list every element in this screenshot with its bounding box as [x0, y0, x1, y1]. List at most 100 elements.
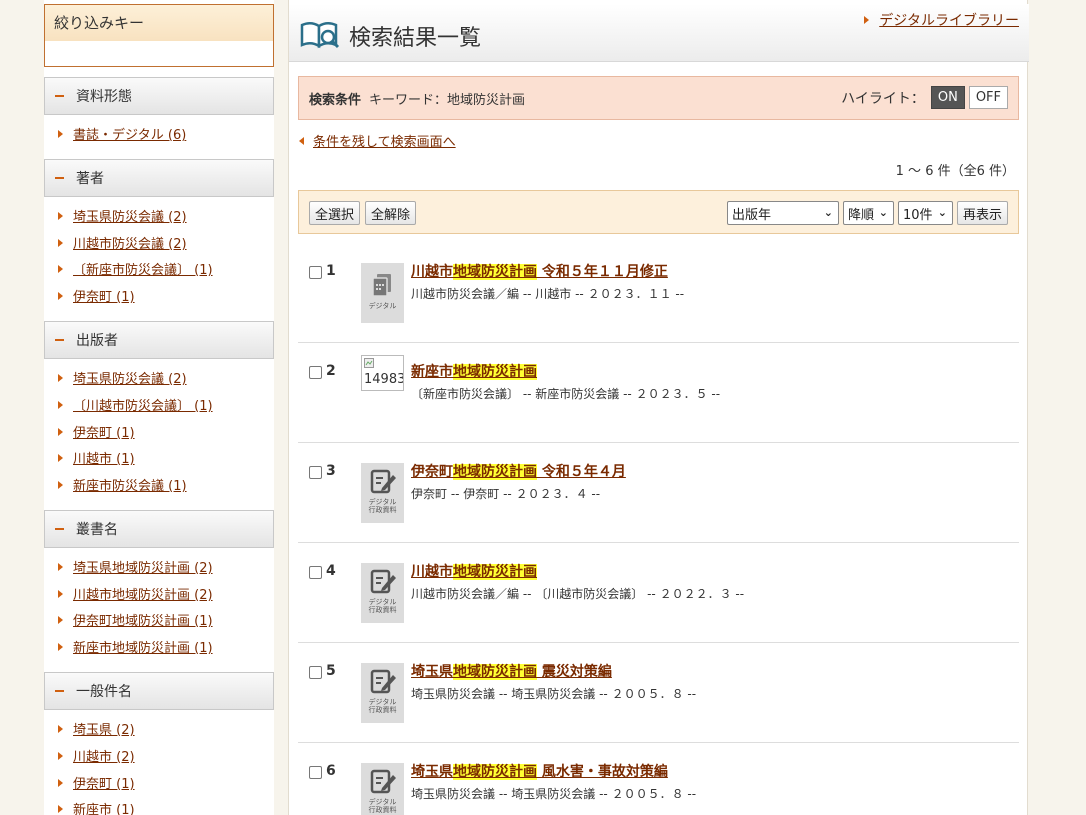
result-toolbar: 全選択 全解除 出版年 ⌄ 降順 ⌄ 10件 ⌄ 再表示 — [298, 190, 1019, 234]
facet-item[interactable]: 伊奈町 (1) — [58, 422, 135, 441]
highlight-on-button[interactable]: ON — [930, 86, 965, 109]
result-title-link[interactable]: 埼玉県地域防災計画 震災対策編 — [411, 661, 612, 681]
result-item: 3 デジタル 行政資料 伊奈町地域防災計画 令和５年４月 伊奈町 -- 伊奈町 -… — [298, 443, 1019, 543]
facet-item[interactable]: 〔川越市防災会議〕 (1) — [58, 395, 213, 414]
facet-item[interactable]: 川越市 (2) — [58, 746, 135, 765]
digital-thumbnail[interactable]: デジタル — [361, 263, 404, 323]
edit-document-icon — [370, 769, 396, 794]
facet-item[interactable]: 埼玉県防災会議 (2) — [58, 368, 187, 387]
broken-image-alt-text: 14983 — [364, 372, 404, 387]
result-title-link[interactable]: 川越市地域防災計画 令和５年１１月修正 — [411, 261, 668, 281]
arrow-right-icon — [58, 589, 63, 598]
facet-item[interactable]: 新座市地域防災計画 (1) — [58, 637, 213, 656]
result-checkbox[interactable] — [309, 566, 322, 579]
facet-item[interactable]: 埼玉県 (2) — [58, 719, 135, 738]
arrow-right-icon — [58, 778, 63, 787]
facet-author: 著者 埼玉県防災会議 (2) 川越市防災会議 (2) 〔新座市防災会議〕 (1)… — [44, 159, 274, 305]
facet-item[interactable]: 埼玉県地域防災計画 (2) — [58, 557, 213, 576]
result-item: 6 デジタル 行政資料 埼玉県地域防災計画 風水害・事故対策編 埼玉県防災会議 -… — [298, 743, 1019, 815]
clear-all-button[interactable]: 全解除 — [365, 201, 417, 225]
arrow-right-icon — [58, 453, 63, 462]
facet-publisher-header[interactable]: 出版者 — [44, 321, 274, 359]
broken-image-thumbnail[interactable]: 14983 — [361, 355, 404, 391]
result-description: 〔新座市防災会議〕 -- 新座市防災会議 -- ２０２３．５ -- — [411, 387, 721, 401]
facet-item[interactable]: 〔新座市防災会議〕 (1) — [58, 259, 213, 278]
result-item: 5 デジタル 行政資料 埼玉県地域防災計画 震災対策編 埼玉県防災会議 -- 埼玉… — [298, 643, 1019, 743]
chevron-down-icon: ⌄ — [823, 206, 833, 219]
gov-document-thumbnail[interactable]: デジタル 行政資料 — [361, 663, 404, 723]
result-title-link[interactable]: 伊奈町地域防災計画 令和５年４月 — [411, 461, 626, 481]
arrow-right-icon — [58, 804, 63, 813]
facet-item[interactable]: 新座市 (1) — [58, 799, 135, 815]
condition-text: キーワード：地域防災計画 — [369, 92, 526, 108]
arrow-right-icon — [58, 400, 63, 409]
arrow-right-icon — [58, 724, 63, 733]
thumb-label: デジタル 行政資料 — [368, 598, 397, 614]
arrow-right-icon — [58, 480, 63, 489]
result-checkbox[interactable] — [309, 366, 322, 379]
gov-document-thumbnail[interactable]: デジタル 行政資料 — [361, 763, 404, 815]
result-title-link[interactable]: 新座市地域防災計画 — [411, 361, 537, 381]
document-icon — [371, 274, 391, 297]
digital-library-link[interactable]: デジタルライブラリー — [864, 10, 1019, 30]
facet-item[interactable]: 埼玉県防災会議 (2) — [58, 206, 187, 225]
facet-subject: 一般件名 埼玉県 (2) 川越市 (2) 伊奈町 (1) 新座市 (1) — [44, 672, 274, 815]
result-checkbox[interactable] — [309, 266, 322, 279]
search-condition-bar: 検索条件 キーワード：地域防災計画 ハイライト： ON OFF — [298, 76, 1019, 120]
facet-item[interactable]: 川越市 (1) — [58, 448, 135, 467]
per-page-select[interactable]: 10件 ⌄ — [898, 201, 953, 225]
highlight-off-button[interactable]: OFF — [968, 86, 1008, 109]
facet-format-header[interactable]: 資料形態 — [44, 77, 274, 115]
facet-item[interactable]: 伊奈町 (1) — [58, 286, 135, 305]
sort-field-select[interactable]: 出版年 ⌄ — [727, 201, 839, 225]
facet-series-header[interactable]: 叢書名 — [44, 510, 274, 548]
arrow-right-icon — [58, 373, 63, 382]
facet-format: 資料形態 書誌・デジタル (6) — [44, 77, 274, 143]
facet-title: 著者 — [76, 171, 104, 187]
result-count: 1 ～ 6 件（全6 件） — [895, 164, 1015, 179]
collapse-icon — [55, 339, 64, 341]
result-number: 6 — [326, 763, 336, 779]
result-item: 2 14983 新座市地域防災計画 〔新座市防災会議〕 -- 新座市防災会議 -… — [298, 343, 1019, 443]
facet-series: 叢書名 埼玉県地域防災計画 (2) 川越市地域防災計画 (2) 伊奈町地域防災計… — [44, 510, 274, 656]
result-item: 1 デジタル 川越市地域防災計画 令和５年１１月修正 川越市防災会議／編 -- … — [298, 243, 1019, 343]
result-checkbox[interactable] — [309, 666, 322, 679]
sidebar: 絞り込みキー 資料形態 書誌・デジタル (6) 著者 埼玉県防災会議 (2) 川… — [44, 0, 274, 815]
sort-order-select[interactable]: 降順 ⌄ — [843, 201, 894, 225]
result-title-link[interactable]: 川越市地域防災計画 — [411, 561, 537, 581]
result-checkbox[interactable] — [309, 466, 322, 479]
thumb-label: デジタル 行政資料 — [368, 698, 397, 714]
redisplay-button[interactable]: 再表示 — [957, 201, 1009, 225]
facet-item[interactable]: 川越市防災会議 (2) — [58, 233, 187, 252]
gov-document-thumbnail[interactable]: デジタル 行政資料 — [361, 563, 404, 623]
arrow-right-icon — [58, 562, 63, 571]
facet-item[interactable]: 伊奈町地域防災計画 (1) — [58, 610, 213, 629]
result-number: 4 — [326, 563, 336, 579]
facet-publisher: 出版者 埼玉県防災会議 (2) 〔川越市防災会議〕 (1) 伊奈町 (1) 川越… — [44, 321, 274, 494]
chevron-down-icon: ⌄ — [878, 206, 888, 219]
result-checkbox[interactable] — [309, 766, 322, 779]
facet-item[interactable]: 伊奈町 (1) — [58, 773, 135, 792]
book-search-icon — [299, 18, 341, 54]
facet-item[interactable]: 書誌・デジタル (6) — [58, 124, 186, 143]
chevron-down-icon: ⌄ — [937, 206, 947, 219]
facet-author-header[interactable]: 著者 — [44, 159, 274, 197]
broken-image-icon — [364, 358, 374, 368]
result-description: 埼玉県防災会議 -- 埼玉県防災会議 -- ２００５．８ -- — [411, 787, 697, 801]
page-header: 検索結果一覧 デジタルライブラリー — [289, 4, 1029, 62]
edit-document-icon — [370, 569, 396, 594]
facet-title: 一般件名 — [76, 684, 132, 700]
filter-key-panel: 絞り込みキー — [44, 4, 274, 67]
facet-subject-header[interactable]: 一般件名 — [44, 672, 274, 710]
result-item: 4 デジタル 行政資料 川越市地域防災計画 川越市防災会議／編 -- 〔川越市防災… — [298, 543, 1019, 643]
result-title-link[interactable]: 埼玉県地域防災計画 風水害・事故対策編 — [411, 761, 668, 781]
edit-document-icon — [370, 469, 396, 494]
gov-document-thumbnail[interactable]: デジタル 行政資料 — [361, 463, 404, 523]
arrow-right-icon — [58, 129, 63, 138]
select-all-button[interactable]: 全選択 — [309, 201, 361, 225]
back-to-search-link[interactable]: 条件を残して検索画面へ — [299, 131, 456, 150]
facet-item[interactable]: 川越市地域防災計画 (2) — [58, 584, 213, 603]
arrow-right-icon — [58, 615, 63, 624]
result-description: 川越市防災会議／編 -- 〔川越市防災会議〕 -- ２０２２．３ -- — [411, 587, 745, 601]
facet-item[interactable]: 新座市防災会議 (1) — [58, 475, 187, 494]
